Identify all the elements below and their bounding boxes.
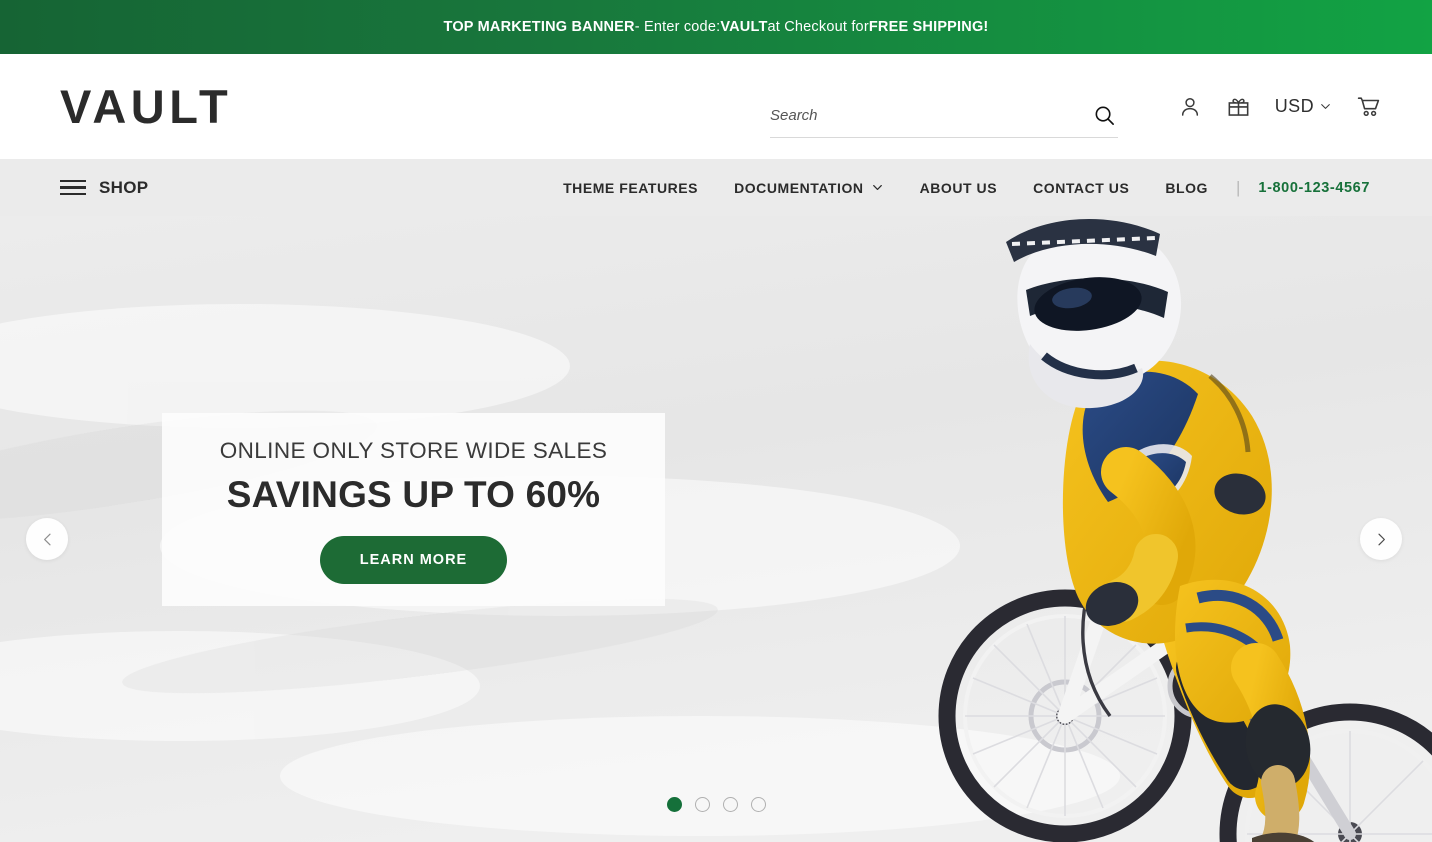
nav-divider: | (1235, 177, 1241, 197)
hero-carousel: ONLINE ONLY STORE WIDE SALES SAVINGS UP … (0, 216, 1432, 842)
nav-item-contact-us[interactable]: CONTACT US (1015, 180, 1147, 196)
chevron-right-icon (1377, 533, 1385, 545)
top-marketing-banner: TOP MARKETING BANNER - Enter code: VAULT… (0, 0, 1432, 54)
cart-icon (1357, 96, 1380, 116)
promo-bold-lead: TOP MARKETING BANNER (443, 19, 635, 35)
nav-item-label: DOCUMENTATION (734, 179, 864, 196)
gift-rewards-button[interactable] (1226, 94, 1251, 119)
carousel-dot-1[interactable] (666, 797, 682, 812)
carousel-pagination (0, 797, 1432, 812)
hero-title: SAVINGS UP TO 60% (226, 474, 601, 515)
shop-menu-toggle[interactable]: SHOP (60, 178, 148, 198)
promo-code: VAULT (720, 19, 768, 35)
promo-free-shipping: FREE SHIPPING! (868, 19, 989, 35)
carousel-next-button[interactable] (1360, 518, 1402, 560)
nav-item-label: BLOG (1165, 179, 1208, 196)
shop-label: SHOP (99, 177, 149, 197)
search-input[interactable] (770, 107, 1091, 124)
promo-regular-tail: at Checkout for (767, 19, 869, 35)
hamburger-icon (60, 179, 86, 196)
carousel-dot-3[interactable] (722, 797, 738, 812)
nav-item-theme-features[interactable]: THEME FEATURES (545, 180, 716, 196)
hero-learn-more-button[interactable]: LEARN MORE (319, 536, 508, 584)
nav-phone-number[interactable]: 1-800-123-4567 (1250, 180, 1370, 196)
nav-item-about-us[interactable]: ABOUT US (902, 180, 1016, 196)
header-icon-group: USD (1178, 54, 1382, 159)
site-header: VAULT USD (0, 54, 1432, 159)
chevron-left-icon (43, 533, 51, 545)
search-icon (1095, 106, 1114, 125)
nav-item-blog[interactable]: BLOG (1147, 180, 1226, 196)
nav-links: THEME FEATURES DOCUMENTATION ABOUT US CO… (545, 178, 1370, 198)
nav-item-label: ABOUT US (919, 179, 998, 196)
search-bar[interactable] (770, 104, 1118, 138)
hero-content-card: ONLINE ONLY STORE WIDE SALES SAVINGS UP … (162, 413, 665, 606)
carousel-dot-2[interactable] (694, 797, 710, 812)
nav-item-label: THEME FEATURES (563, 179, 699, 196)
user-icon (1181, 97, 1198, 116)
cart-button[interactable] (1356, 94, 1382, 120)
promo-regular-mid: - Enter code: (634, 19, 721, 35)
gift-icon (1228, 98, 1249, 116)
chevron-down-icon (1321, 104, 1330, 109)
chevron-down-icon (872, 184, 882, 191)
currency-selector[interactable]: USD (1275, 96, 1332, 117)
main-navigation-bar: SHOP THEME FEATURES DOCUMENTATION ABOUT … (0, 159, 1432, 216)
carousel-prev-button[interactable] (26, 518, 68, 560)
nav-item-documentation[interactable]: DOCUMENTATION (716, 180, 902, 196)
search-submit-button[interactable] (1091, 104, 1118, 127)
hero-subtitle: ONLINE ONLY STORE WIDE SALES (219, 438, 608, 463)
nav-item-label: CONTACT US (1033, 179, 1130, 196)
site-logo[interactable]: VAULT (60, 83, 232, 130)
account-button[interactable] (1178, 95, 1202, 119)
carousel-dot-4[interactable] (750, 797, 766, 812)
currency-label: USD (1274, 96, 1314, 116)
